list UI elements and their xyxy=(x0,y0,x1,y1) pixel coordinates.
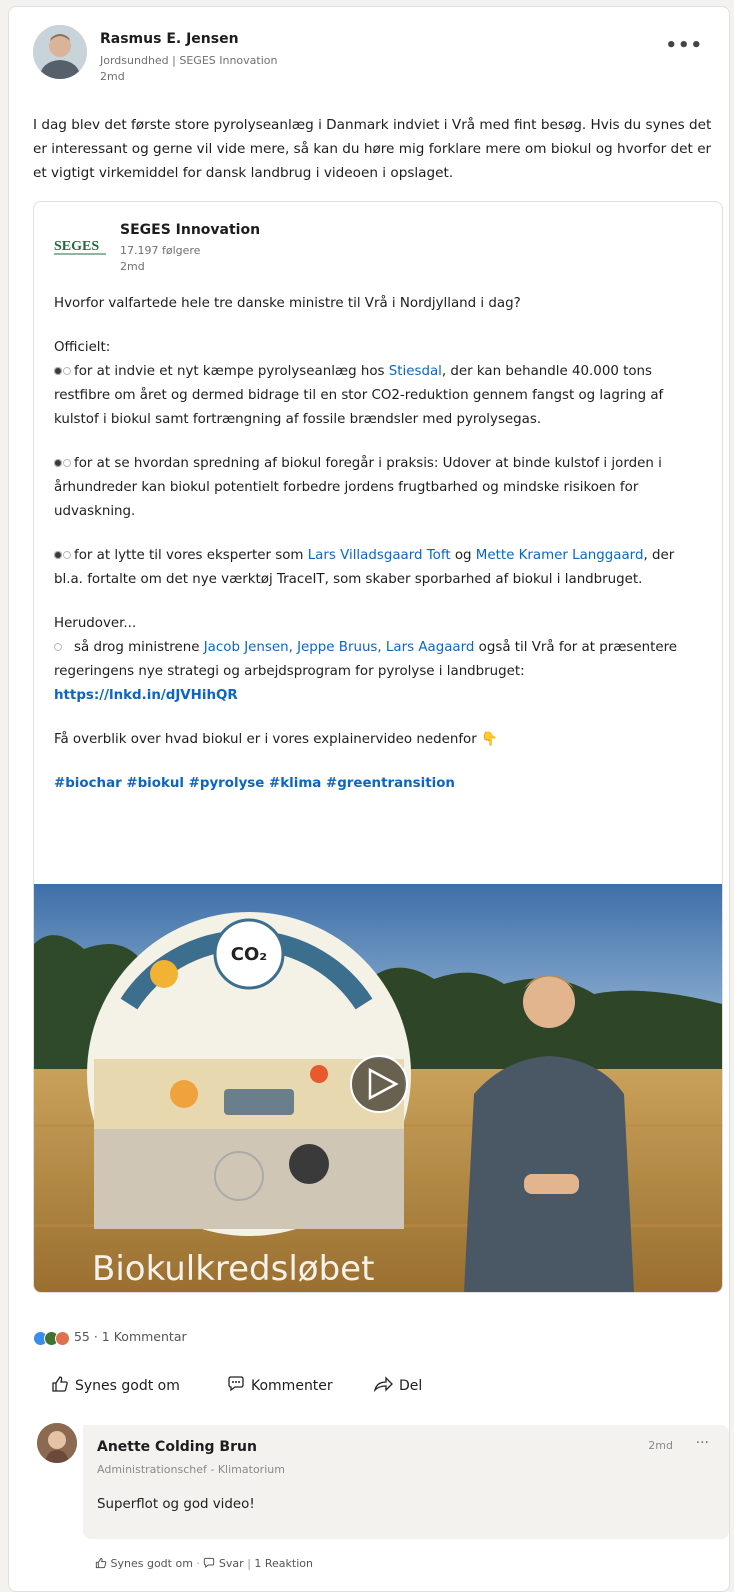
bullet-icon xyxy=(54,458,71,468)
post-card: Rasmus E. Jensen Jordsundhed | SEGES Inn… xyxy=(8,6,730,1592)
like-button[interactable]: Synes godt om xyxy=(51,1375,180,1394)
comment-reaction-count[interactable]: 1 Reaktion xyxy=(254,1557,313,1570)
bullet-3: for at lytte til vores eksperter som Lar… xyxy=(54,548,675,587)
share-arrow-icon xyxy=(373,1376,393,1393)
officielt-label: Officielt: xyxy=(54,340,111,355)
bullet-icon xyxy=(54,642,68,652)
article-link[interactable]: https://lnkd.in/dJVHihQR xyxy=(54,688,238,703)
thumbs-up-icon xyxy=(95,1557,107,1569)
seges-logo[interactable]: SEGES xyxy=(54,236,110,260)
reaction-summary[interactable]: 55 · 1 Kommentar xyxy=(33,1329,187,1346)
ellipsis-icon[interactable]: ••• xyxy=(665,35,703,56)
comment-ellipsis-icon[interactable]: ··· xyxy=(696,1435,709,1451)
reposted-content[interactable]: SEGES SEGES Innovation 17.197 følgere 2m… xyxy=(33,201,723,1293)
link-stiesdal[interactable]: Stiesdal xyxy=(389,364,442,379)
love-reaction-icon xyxy=(55,1330,70,1346)
bullet-2: for at se hvordan spredning af biokul fo… xyxy=(54,456,662,519)
herudover-label: Herudover... xyxy=(54,616,137,631)
comment-icon xyxy=(228,1376,244,1392)
share-button[interactable]: Del xyxy=(373,1375,422,1394)
video-player[interactable]: CO₂ Biokulkredsløbet xyxy=(34,884,722,1292)
comment-button[interactable]: Kommenter xyxy=(227,1375,333,1394)
bullet-1: for at indvie et nyt kæmpe pyrolyseanlæg… xyxy=(54,364,664,427)
link-ministers[interactable]: Jacob Jensen, Jeppe Bruus, Lars Aagaard xyxy=(204,640,475,655)
link-lars-villadsgaard-toft[interactable]: Lars Villadsgaard Toft xyxy=(308,548,451,563)
post-text: I dag blev det første store pyrolyseanlæ… xyxy=(33,117,712,181)
comment-actions: Synes godt om · Svar | 1 Reaktion xyxy=(95,1557,313,1570)
thumbs-up-icon xyxy=(52,1376,68,1392)
hashtags[interactable]: #biochar #biokul #pyrolyse #klima #green… xyxy=(54,772,704,796)
author-subtitle: Jordsundhed | SEGES Innovation xyxy=(100,54,278,67)
bullet-4: så drog ministrene Jacob Jensen, Jeppe B… xyxy=(54,640,678,679)
commenter-subtitle: Administrationschef - Klimatorium xyxy=(97,1463,285,1476)
reaction-count[interactable]: 55 · 1 Kommentar xyxy=(74,1329,187,1344)
repost-body: Hvorfor valfartede hele tre danske minis… xyxy=(54,292,704,796)
repost-intro: Hvorfor valfartede hele tre danske minis… xyxy=(54,296,521,311)
commenter-avatar[interactable] xyxy=(37,1423,77,1463)
pointing-down-icon: 👇 xyxy=(481,732,498,747)
comment-time: 2md xyxy=(648,1439,673,1452)
author-avatar[interactable] xyxy=(33,25,87,79)
post-time: 2md xyxy=(100,70,125,83)
author-name[interactable]: Rasmus E. Jensen xyxy=(100,31,239,47)
comment-bubble: Anette Colding Brun Administrationschef … xyxy=(83,1425,729,1539)
org-followers: 17.197 følgere xyxy=(120,244,201,257)
commenter-name[interactable]: Anette Colding Brun xyxy=(97,1439,257,1455)
repost-time: 2md xyxy=(120,260,145,273)
explainer-text: Få overblik over hvad biokul er i vores … xyxy=(54,732,498,747)
org-name[interactable]: SEGES Innovation xyxy=(120,222,260,238)
comment-like-button[interactable]: Synes godt om xyxy=(95,1557,196,1570)
co2-label: CO₂ xyxy=(231,944,267,965)
seges-logo-text: SEGES xyxy=(54,239,99,254)
comment-text: Superflot og god video! xyxy=(97,1497,255,1512)
comment-icon xyxy=(204,1557,215,1568)
link-mette-kramer-langgaard[interactable]: Mette Kramer Langgaard xyxy=(476,548,644,563)
bullet-icon xyxy=(54,366,71,376)
reaction-icons xyxy=(33,1330,70,1346)
bullet-icon xyxy=(54,550,71,560)
comment-reply-button[interactable]: Svar xyxy=(203,1557,247,1570)
video-caption: Biokulkredsløbet xyxy=(92,1249,374,1289)
